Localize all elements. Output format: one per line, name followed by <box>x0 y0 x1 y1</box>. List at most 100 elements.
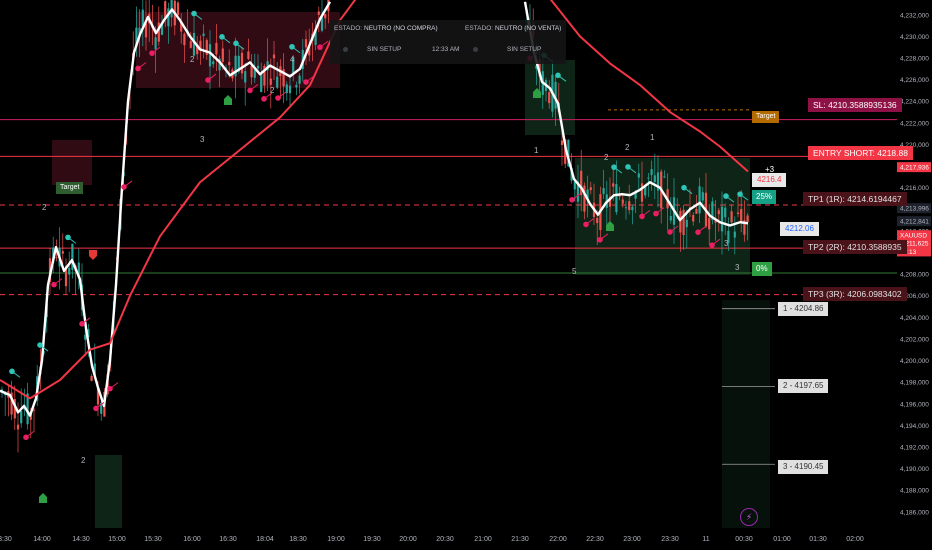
y-tick-label: 4,200,000 <box>900 358 929 365</box>
candle-body <box>637 173 640 178</box>
pivot-tail <box>67 236 77 244</box>
candle-body <box>740 208 743 223</box>
x-tick-label: 21:30 <box>511 536 529 543</box>
candle-body <box>695 208 698 214</box>
x-tick-label: 20:30 <box>436 536 454 543</box>
candle-body <box>68 267 71 275</box>
sl-label: SL: 4210.3588935136 <box>808 98 902 112</box>
zone-0 <box>52 140 92 185</box>
lightning-icon[interactable]: ⚡ <box>740 508 758 526</box>
x-tick-label: 15:30 <box>144 536 162 543</box>
candle-body <box>154 37 157 50</box>
x-tick-label: 00:30 <box>735 536 753 543</box>
price-box-a: 4216.4 <box>752 173 787 187</box>
candle-body <box>663 176 666 178</box>
candle-body <box>624 207 628 209</box>
price-marker-0: 4,217,936 <box>900 165 929 172</box>
candle-body <box>244 71 247 83</box>
sell-signal-marker <box>89 250 97 260</box>
candle-body <box>208 44 212 67</box>
pivot-tail <box>277 91 287 99</box>
candle-body <box>247 51 250 60</box>
x-tick-label: 16:00 <box>183 536 201 543</box>
candle-body <box>295 85 298 88</box>
candle-body <box>215 42 218 55</box>
candle-body <box>631 206 634 211</box>
y-tick-label: 4,198,000 <box>900 380 929 387</box>
pivot-tail <box>25 430 35 438</box>
candle-body <box>324 14 327 19</box>
candle-body <box>298 75 301 84</box>
setup-2: SIN SETUP <box>507 46 542 53</box>
zones-layer <box>52 12 770 528</box>
zone-4 <box>95 455 122 528</box>
candle-body <box>650 169 653 176</box>
y-tick-label: 4,204,000 <box>900 315 929 322</box>
wave-number-6: 1 <box>534 146 539 155</box>
candle-body <box>320 17 324 31</box>
candle-body <box>679 210 682 233</box>
pivot-tail <box>123 180 133 188</box>
x-tick-label: 18:30 <box>289 536 307 543</box>
x-tick-label: 14:00 <box>33 536 51 543</box>
estado-value-1: NEUTRO (NO COMPRA) <box>364 25 438 32</box>
candle-body <box>221 48 224 62</box>
y-tick-label: 4,202,000 <box>900 336 929 343</box>
candle-body <box>560 140 564 146</box>
candle-body <box>250 65 253 78</box>
wave-number-0: 2 <box>42 203 47 212</box>
y-tick-label: 4,186,000 <box>900 509 929 516</box>
candle-body <box>202 33 205 36</box>
target-left-flag: Target <box>56 182 84 194</box>
x-tick-label: 14:30 <box>72 536 90 543</box>
candle-body <box>733 231 736 238</box>
candle-body <box>176 2 180 15</box>
wave-number-4: 2 <box>81 456 86 465</box>
y-tick-label: 4,190,000 <box>900 466 929 473</box>
candle-body <box>621 199 624 204</box>
setup-1: SIN SETUP <box>367 46 402 53</box>
y-tick-label: 4,228,000 <box>900 56 929 63</box>
candle-body <box>189 41 192 48</box>
candle-body <box>724 207 727 218</box>
wave-number-10: 3 <box>724 239 729 248</box>
candle-body <box>164 1 167 19</box>
wave-number-12: 3 <box>735 263 740 272</box>
candle-body <box>317 11 320 15</box>
status-time: 12:33 AM <box>432 46 460 53</box>
candle-body <box>272 54 276 59</box>
y-tick-label: 4,230,000 <box>900 34 929 41</box>
candle-body <box>16 424 20 430</box>
x-tick-label: 11 <box>702 536 709 543</box>
estado-label-1: ESTADO: <box>334 25 363 32</box>
candle-body <box>698 186 701 214</box>
x-tick-label: 16:30 <box>219 536 237 543</box>
x-tick-label: 19:30 <box>363 536 381 543</box>
candle-body <box>708 217 711 230</box>
y-tick-label: 4,188,000 <box>900 488 929 495</box>
tp2-label: TP2 (2R): 4210.3588935 <box>803 240 907 254</box>
candle-body <box>640 183 644 202</box>
x-tick-label: 15:00 <box>108 536 126 543</box>
candle-body <box>628 201 631 211</box>
time-axis[interactable]: 13:30 14:00 14:30 15:00 15:30 16:00 16:30 18:04… <box>0 536 864 543</box>
candle-body <box>692 215 695 222</box>
wave-number-8: 2 <box>625 143 630 152</box>
pivot-tail <box>109 382 119 390</box>
x-tick-label: 18:04 <box>256 536 274 543</box>
wave-number-1: 2 <box>190 55 195 64</box>
candle-body <box>653 175 656 183</box>
wave-number-11: 5 <box>572 267 577 276</box>
price-axis[interactable]: 4,232,000 4,230,000 4,228,000 4,226,000 4,22… <box>897 0 932 550</box>
buy-signal-marker <box>39 493 47 503</box>
projection-2: 2 - 4197.65 <box>778 379 829 393</box>
candle-body <box>240 52 244 74</box>
wave-number-5: 4 <box>290 55 295 64</box>
x-tick-label: 13:30 <box>0 536 12 543</box>
tp1-label: TP1 (1R): 4214.6194467 <box>803 192 907 206</box>
projection-3: 3 - 4190.45 <box>778 460 829 474</box>
x-tick-label: 23:30 <box>661 536 679 543</box>
candle-body <box>596 217 599 224</box>
y-tick-label: 4,194,000 <box>900 423 929 430</box>
candle-body <box>701 192 704 201</box>
